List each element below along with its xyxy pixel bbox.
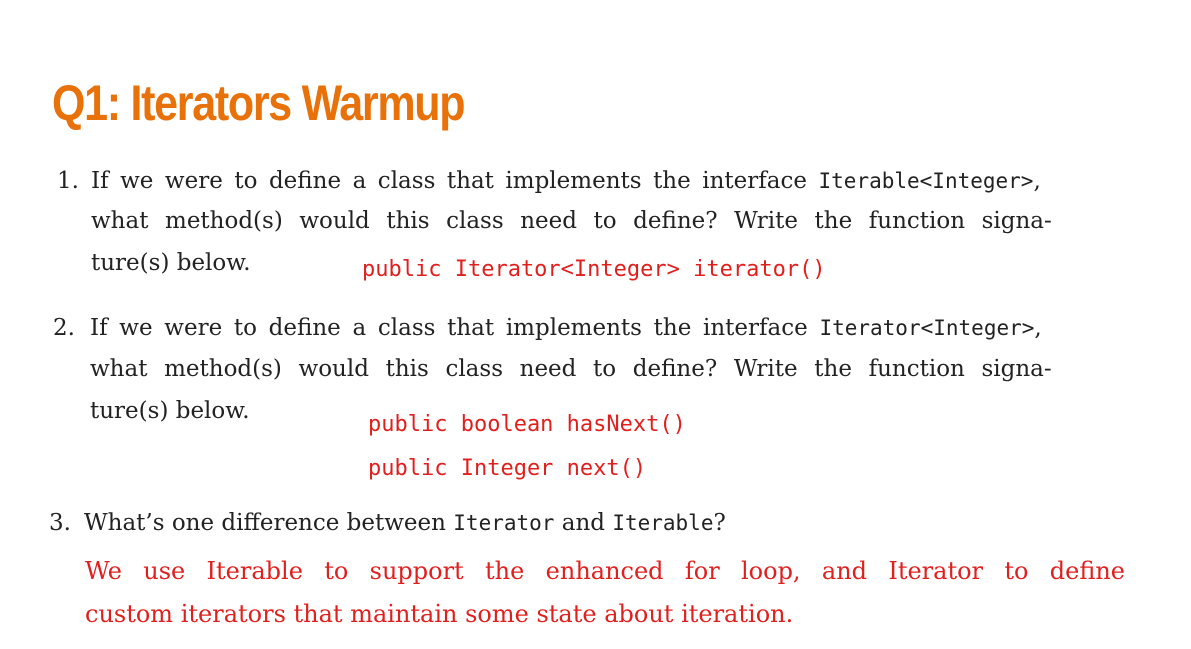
- question-1-answer: public Iterator<Integer> iterator(): [362, 257, 826, 282]
- question-3-answer-line-2: custom iterators that maintain some stat…: [85, 600, 794, 628]
- iterator-integer-code: Iterator<Integer>: [819, 316, 1035, 340]
- question-2-text: If we were to define a class that implem…: [90, 315, 820, 341]
- question-3-text: What’s one difference between: [84, 510, 454, 536]
- question-1-line-2: what method(s) would this class need to …: [91, 208, 1052, 234]
- question-1-line-3: ture(s) below.: [91, 250, 251, 276]
- iterable-code: Iterable: [612, 511, 714, 535]
- question-1-number: 1.: [57, 168, 79, 194]
- question-1-comma: ,: [1033, 168, 1041, 194]
- iterable-integer-code: Iterable<Integer>: [818, 169, 1034, 193]
- question-3-and: and: [554, 510, 613, 536]
- iterator-code: Iterator: [453, 511, 555, 535]
- question-2-line-1: If we were to define a class that implem…: [90, 315, 1042, 341]
- question-3-qmark: ?: [713, 510, 726, 536]
- question-2-line-2: what method(s) would this class need to …: [90, 356, 1052, 382]
- question-2-answer-1: public boolean hasNext(): [368, 412, 686, 437]
- question-3-answer-line-1: We use Iterable to support the enhanced …: [85, 557, 1125, 585]
- question-1-text: If we were to define a class that implem…: [91, 168, 819, 194]
- question-2-number: 2.: [53, 315, 75, 341]
- page-title: Q1: Iterators Warmup: [52, 75, 466, 131]
- question-1-line-1: If we were to define a class that implem…: [91, 168, 1041, 194]
- question-2-line-3: ture(s) below.: [90, 398, 250, 424]
- question-2-answer-2: public Integer next(): [368, 456, 647, 481]
- question-3-line: What’s one difference between Iterator a…: [84, 510, 726, 536]
- question-2-comma: ,: [1034, 315, 1042, 341]
- question-3-number: 3.: [49, 510, 71, 536]
